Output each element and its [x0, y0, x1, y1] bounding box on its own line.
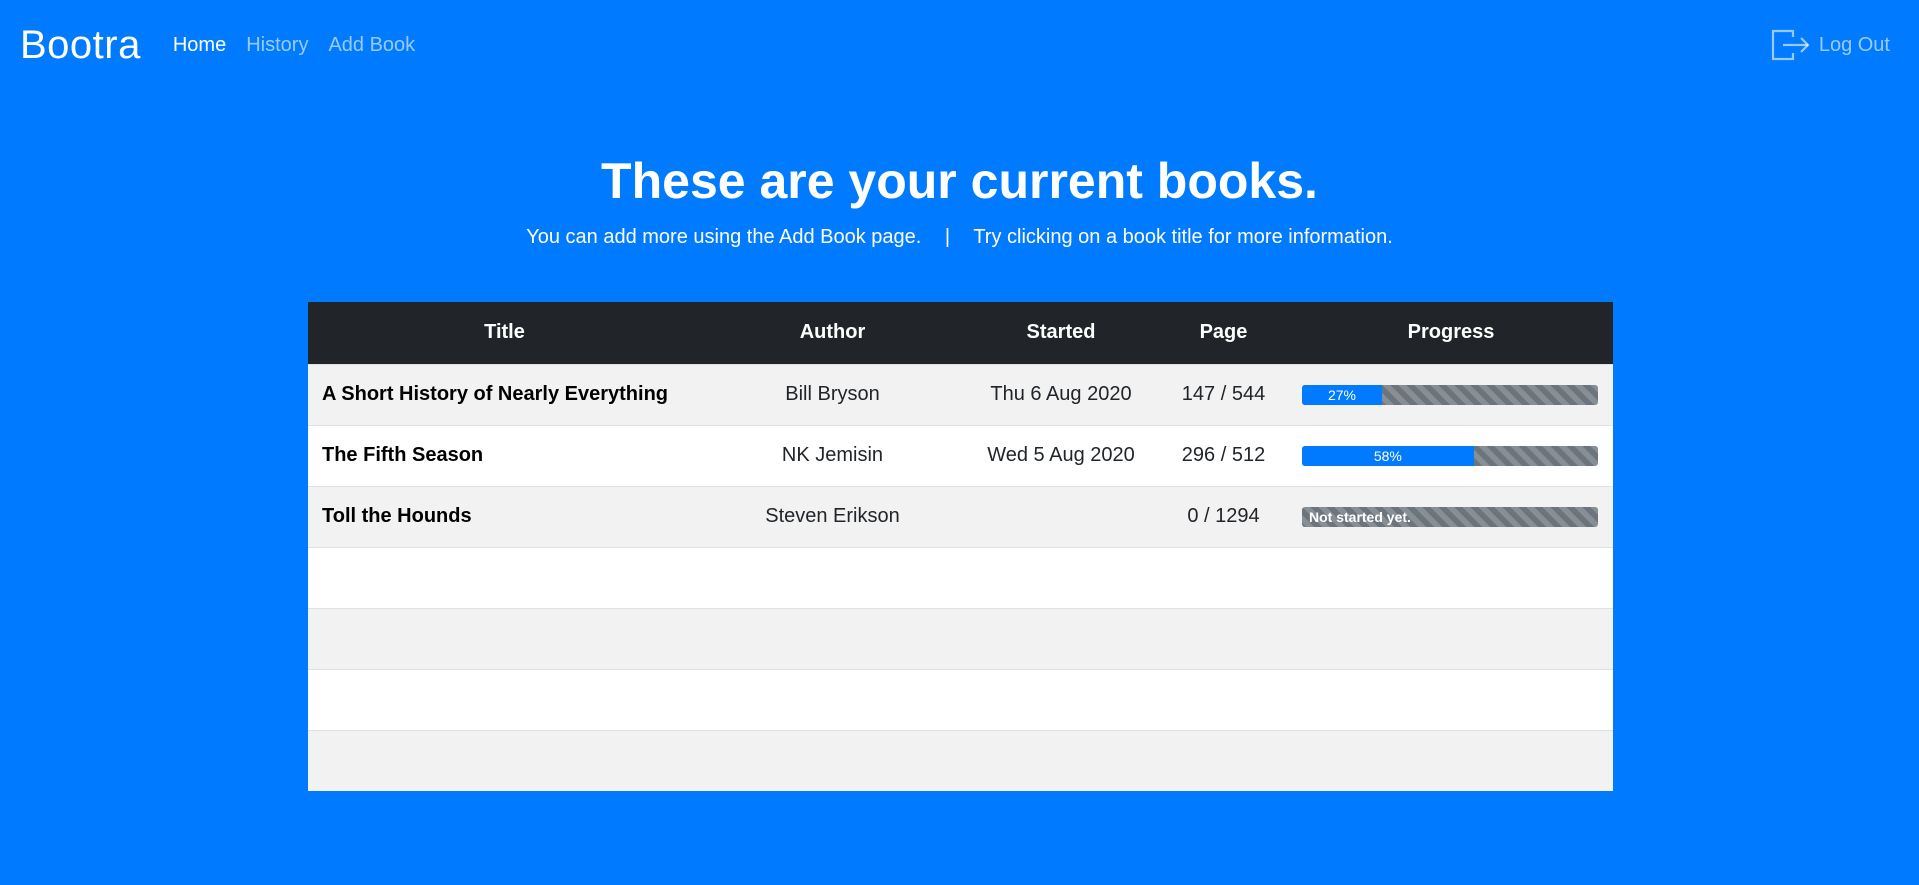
logout-button[interactable]: Log Out	[1771, 28, 1890, 62]
book-title-link[interactable]: The Fifth Season	[308, 424, 701, 486]
book-started	[964, 485, 1158, 547]
progress-bar: 27%	[1302, 384, 1598, 405]
header-author: Author	[701, 302, 964, 364]
book-started: Thu 6 Aug 2020	[964, 363, 1158, 425]
header-page: Page	[1158, 302, 1289, 364]
empty-row	[308, 729, 1613, 791]
navbar: Bootra Home History Add Book Log Out	[0, 0, 1919, 90]
nav-add-book-link[interactable]: Add Book	[328, 34, 415, 57]
progress-not-started-label: Not started yet.	[1309, 508, 1411, 525]
table-row: The Fifth Season NK Jemisin Wed 5 Aug 20…	[308, 424, 1613, 486]
subtitle-right: Try clicking on a book title for more in…	[973, 226, 1393, 248]
empty-row	[308, 546, 1613, 608]
progress-bar: Not started yet.	[1302, 506, 1598, 527]
logout-icon	[1771, 29, 1810, 61]
header-started: Started	[964, 302, 1158, 364]
book-page: 0 / 1294	[1158, 485, 1289, 547]
table-row: A Short History of Nearly Everything Bil…	[308, 363, 1613, 425]
book-title-link[interactable]: A Short History of Nearly Everything	[308, 363, 701, 425]
book-author: Steven Erikson	[701, 485, 964, 547]
book-title-link[interactable]: Toll the Hounds	[308, 485, 701, 547]
book-page: 296 / 512	[1158, 424, 1289, 486]
hero: These are your current books. You can ad…	[0, 148, 1919, 249]
nav-home-link[interactable]: Home	[173, 34, 226, 57]
table-header-row: Title Author Started Page Progress	[308, 302, 1613, 364]
book-progress-cell: 27%	[1289, 363, 1613, 425]
nav-history-link[interactable]: History	[246, 34, 308, 57]
book-page: 147 / 544	[1158, 363, 1289, 425]
page-title: These are your current books.	[601, 153, 1318, 209]
book-author: NK Jemisin	[701, 424, 964, 486]
empty-row	[308, 607, 1613, 669]
page-subtitle: You can add more using the Add Book page…	[0, 226, 1919, 249]
empty-row	[308, 668, 1613, 730]
subtitle-separator: |	[944, 226, 951, 248]
books-table-wrapper: Title Author Started Page Progress A Sho…	[308, 302, 1613, 791]
header-progress: Progress	[1289, 302, 1613, 364]
subtitle-left: You can add more using the Add Book page…	[526, 226, 922, 248]
book-author: Bill Bryson	[701, 363, 964, 425]
book-started: Wed 5 Aug 2020	[964, 424, 1158, 486]
table-row: Toll the Hounds Steven Erikson 0 / 1294 …	[308, 485, 1613, 547]
progress-fill: 27%	[1302, 384, 1382, 405]
books-table: Title Author Started Page Progress A Sho…	[308, 302, 1613, 791]
header-title: Title	[308, 302, 701, 364]
book-progress-cell: Not started yet.	[1289, 485, 1613, 547]
logout-label: Log Out	[1818, 33, 1890, 56]
brand-logo[interactable]: Bootra	[20, 23, 141, 68]
progress-bar: 58%	[1302, 445, 1598, 466]
book-progress-cell: 58%	[1289, 424, 1613, 486]
progress-fill: 58%	[1302, 445, 1474, 466]
